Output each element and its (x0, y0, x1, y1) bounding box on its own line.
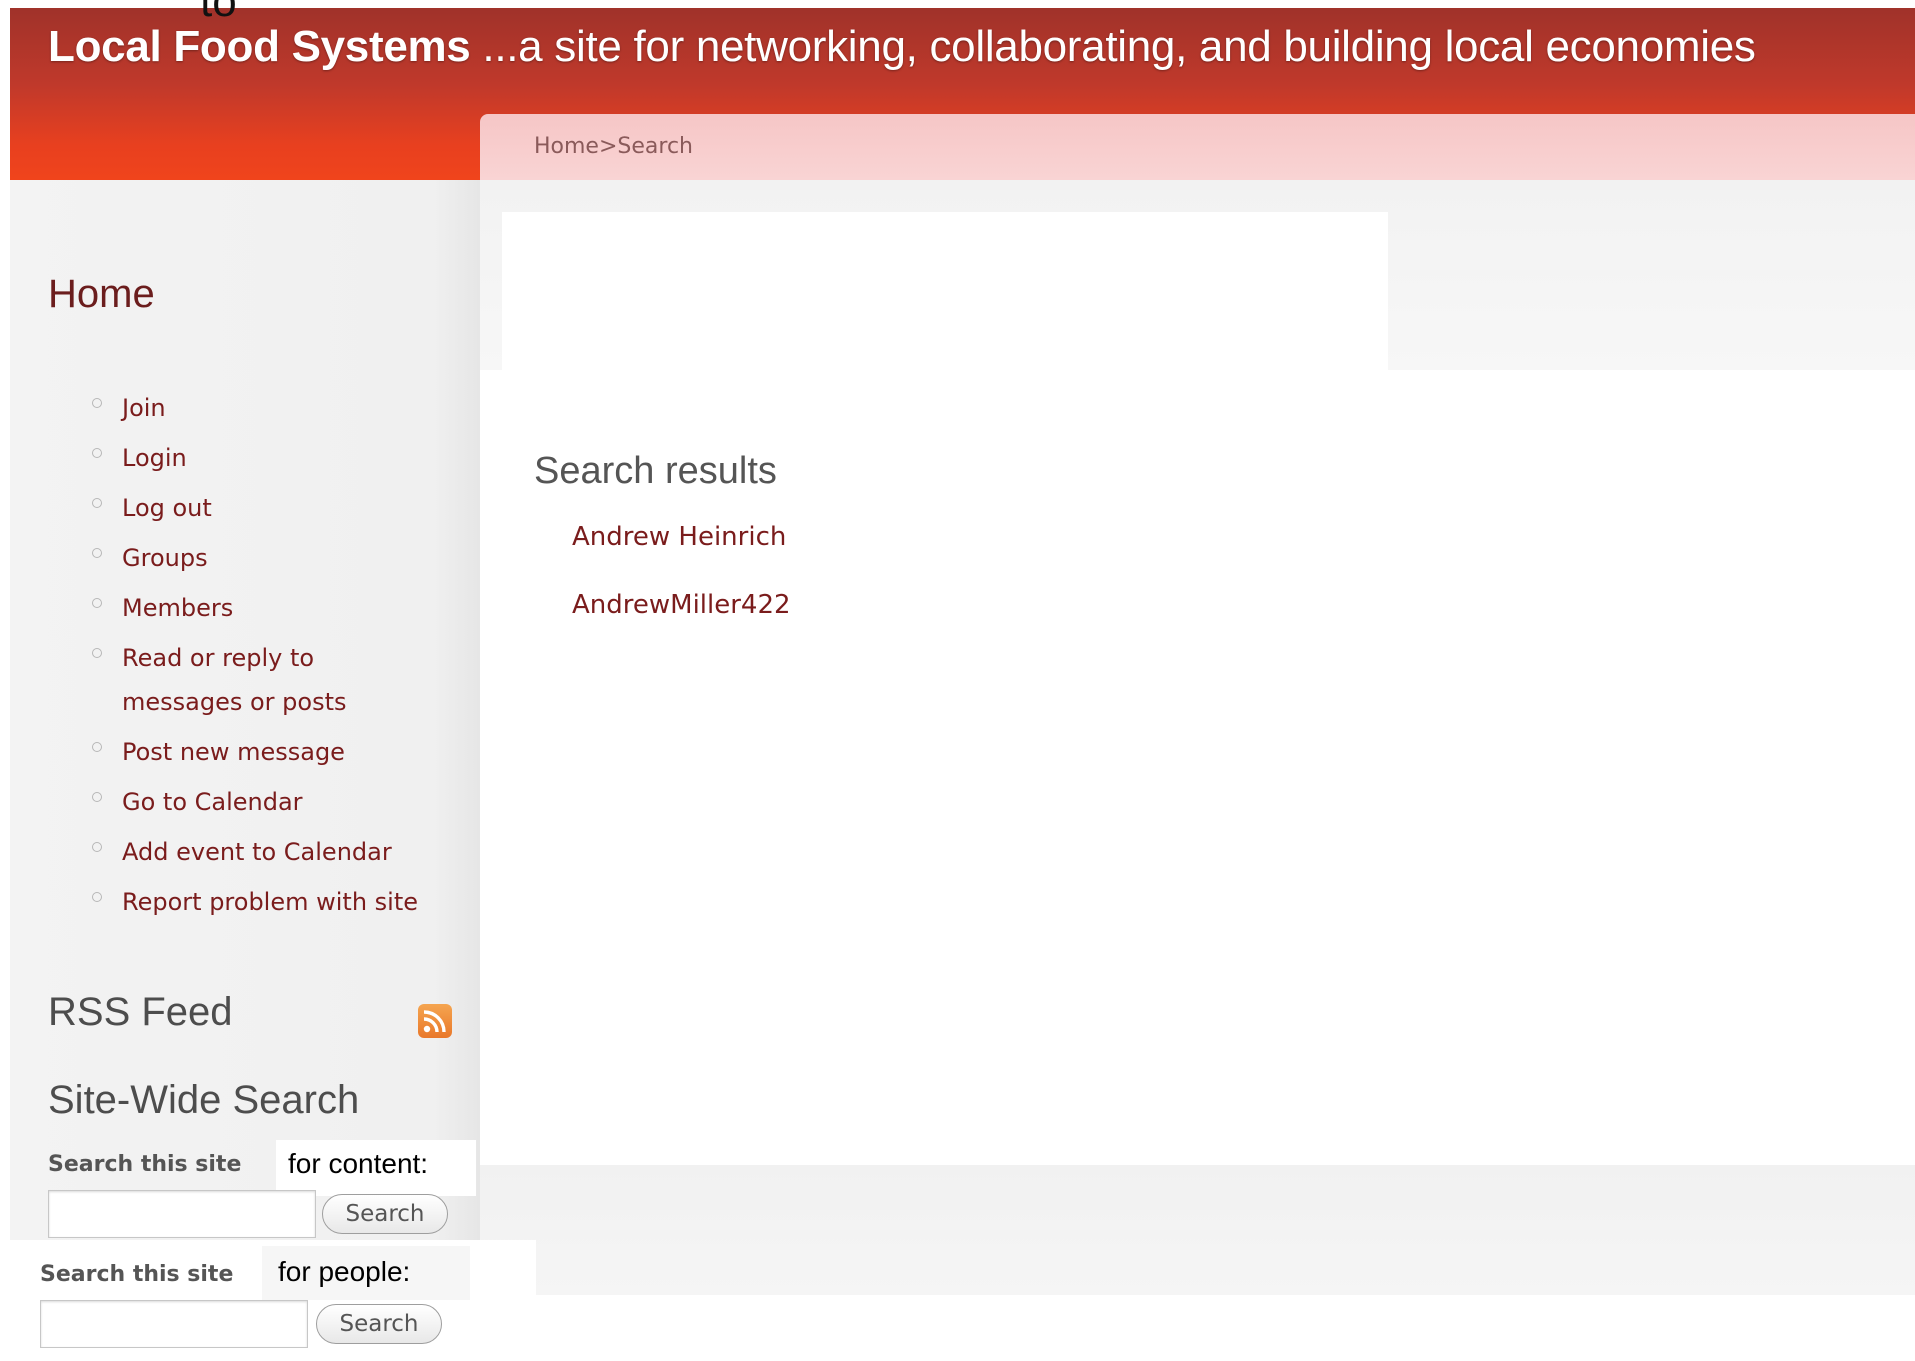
content-search-suffix: for content: (288, 1148, 429, 1179)
nav-item-members[interactable]: Members (88, 586, 478, 630)
site-wide-search-heading: Site-Wide Search (48, 1078, 360, 1122)
breadcrumb-bar: Home>Search (480, 114, 1915, 180)
bullet-icon (92, 398, 102, 408)
nav-item-label[interactable]: Groups (122, 544, 208, 572)
bullet-icon (92, 448, 102, 458)
main-content (480, 180, 1915, 1361)
nav-item-label[interactable]: Join (122, 394, 166, 422)
bullet-icon (92, 598, 102, 608)
nav-item-label[interactable]: Post new message (122, 738, 345, 766)
nav-item-logout[interactable]: Log out (88, 486, 478, 530)
rss-feed-heading: RSS Feed (48, 990, 233, 1034)
nav-menu: Join Login Log out Groups Members Read o… (88, 386, 478, 930)
nav-item-messages[interactable]: Read or reply to messages or posts (88, 636, 402, 724)
nav-item-report-problem[interactable]: Report problem with site (88, 880, 478, 924)
people-search-label: Search this site (40, 1262, 234, 1287)
bullet-icon (92, 892, 102, 902)
nav-item-groups[interactable]: Groups (88, 536, 478, 580)
nav-item-label[interactable]: Report problem with site (122, 888, 418, 916)
nav-item-post-message[interactable]: Post new message (88, 730, 478, 774)
nav-item-label[interactable]: Log out (122, 494, 212, 522)
bullet-icon (92, 548, 102, 558)
breadcrumb[interactable]: Home>Search (534, 134, 693, 159)
search-result-link[interactable]: Andrew Heinrich (572, 522, 786, 552)
people-search-button[interactable]: Search (316, 1304, 442, 1344)
content-search-button[interactable]: Search (322, 1194, 448, 1234)
search-result-link[interactable]: AndrewMiller422 (572, 590, 791, 620)
rss-icon[interactable] (418, 1004, 452, 1038)
nav-item-login[interactable]: Login (88, 436, 478, 480)
site-title[interactable]: Local Food Systems ...a site for network… (48, 22, 1756, 72)
people-search-suffix: for people: (278, 1256, 411, 1287)
bullet-icon (92, 742, 102, 752)
bullet-icon (92, 792, 102, 802)
nav-item-label[interactable]: Read or reply to messages or posts (122, 644, 347, 716)
nav-item-label[interactable]: Members (122, 594, 233, 622)
bullet-icon (92, 842, 102, 852)
nav-heading-home[interactable]: Home (48, 272, 155, 317)
nav-item-label[interactable]: Login (122, 444, 187, 472)
nav-item-join[interactable]: Join (88, 386, 478, 430)
main-top-box (502, 212, 1388, 370)
nav-item-label[interactable]: Add event to Calendar (122, 838, 392, 866)
search-results-heading: Search results (534, 450, 777, 492)
content-search-input[interactable] (48, 1190, 316, 1238)
bullet-icon (92, 648, 102, 658)
nav-item-calendar[interactable]: Go to Calendar (88, 780, 478, 824)
site-name[interactable]: Local Food Systems (48, 22, 471, 71)
content-search-label: Search this site (48, 1152, 242, 1177)
bullet-icon (92, 498, 102, 508)
nav-item-add-event[interactable]: Add event to Calendar (88, 830, 478, 874)
main-footer-band (480, 1165, 1915, 1295)
nav-item-label[interactable]: Go to Calendar (122, 788, 303, 816)
top-text-fragment: to (200, 0, 237, 26)
site-tagline: ...a site for networking, collaborating,… (470, 22, 1756, 71)
people-search-input[interactable] (40, 1300, 308, 1348)
